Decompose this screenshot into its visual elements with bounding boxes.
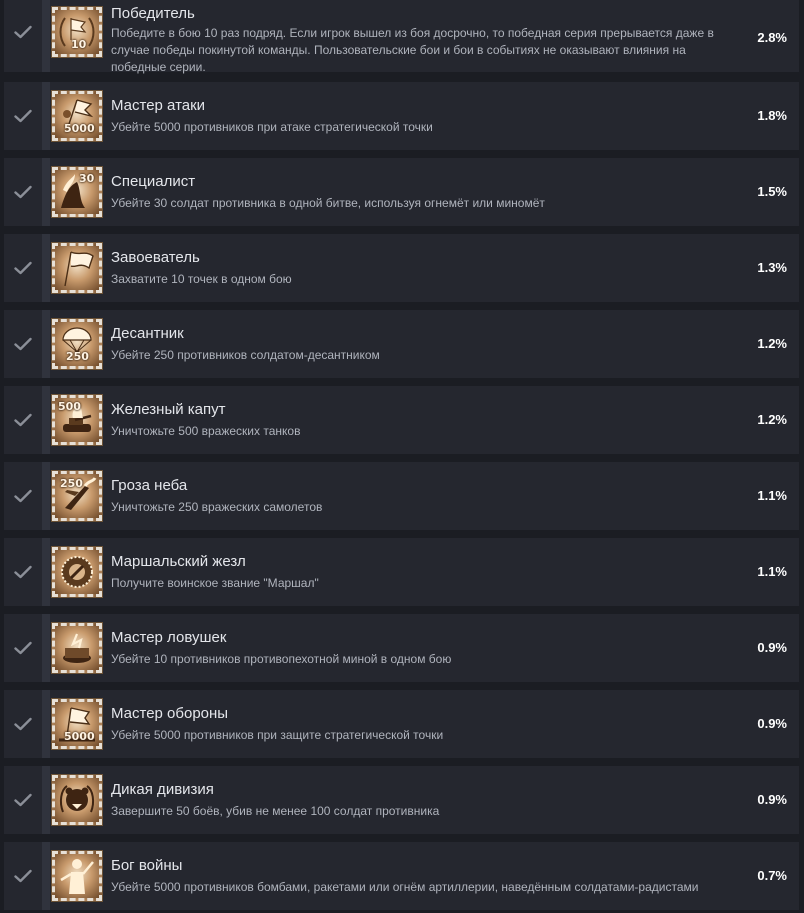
achievement-description: Убейте 250 противников солдатом-десантни… xyxy=(111,348,380,362)
god-of-war-statue-icon xyxy=(51,850,103,902)
checkmark-icon xyxy=(4,310,42,378)
achievement-row[interactable]: Маршальский жезл Получите воинское звание… xyxy=(4,538,799,606)
achievement-description: Убейте 30 солдат противника в одной битв… xyxy=(111,196,545,210)
laurel-wreath-flag-icon: 10 xyxy=(51,6,103,58)
falling-plane-icon: 250 xyxy=(51,470,103,522)
achievement-description: Убейте 10 противников противопехотной ми… xyxy=(111,652,452,666)
achievement-row[interactable]: 30 Специалист Убейте 30 солдат противника … xyxy=(4,158,799,226)
checkmark-icon xyxy=(4,842,42,910)
row-divider-strip xyxy=(42,82,50,150)
row-divider-strip xyxy=(42,766,50,834)
conquest-flag-icon xyxy=(51,242,103,294)
checkmark-icon xyxy=(4,158,42,226)
achievement-title: Гроза неба xyxy=(111,477,188,494)
checkmark-icon xyxy=(4,386,42,454)
achievement-description: Получите воинское звание "Маршал" xyxy=(111,576,319,590)
achievement-row[interactable]: 500 Железный капут Уничтожьте 500 вражески… xyxy=(4,386,799,454)
row-divider-strip xyxy=(42,842,50,910)
unlock-percentage: 0.9% xyxy=(757,640,787,655)
achievement-title: Завоеватель xyxy=(111,249,200,266)
marshal-baton-medal-icon xyxy=(51,546,103,598)
row-divider-strip xyxy=(42,158,50,226)
achievement-icon-badge: 500 xyxy=(58,400,81,413)
unlock-percentage: 1.8% xyxy=(757,108,787,123)
achievement-title: Мастер обороны xyxy=(111,705,229,722)
achievement-row[interactable]: 250 Десантник Убейте 250 противников солда… xyxy=(4,310,799,378)
row-divider-strip xyxy=(42,462,50,530)
unlock-percentage: 1.2% xyxy=(757,412,787,427)
unlock-percentage: 1.1% xyxy=(757,488,787,503)
row-divider-strip xyxy=(42,690,50,758)
checkmark-icon xyxy=(4,462,42,530)
checkmark-icon xyxy=(4,82,42,150)
achievement-icon-badge: 10 xyxy=(71,38,87,51)
achievement-icon-badge: 250 xyxy=(60,477,83,490)
achievement-title: Победитель xyxy=(111,5,195,22)
row-divider-strip xyxy=(42,538,50,606)
unlock-percentage: 1.2% xyxy=(757,336,787,351)
row-divider-strip xyxy=(42,310,50,378)
checkmark-icon xyxy=(4,766,42,834)
achievement-description: Убейте 5000 противников при атаке страте… xyxy=(111,120,433,134)
parachute-icon: 250 xyxy=(51,318,103,370)
achievement-row[interactable]: 10 Победитель Победите в бою 10 раз подряд… xyxy=(4,0,799,74)
achievement-icon-badge: 5000 xyxy=(64,730,95,743)
achievement-row[interactable]: Дикая дивизия Завершите 50 боёв, убив не … xyxy=(4,766,799,834)
achievement-description: Убейте 5000 противников при защите страт… xyxy=(111,728,444,742)
unlock-percentage: 0.9% xyxy=(757,792,787,807)
landmine-icon xyxy=(51,622,103,674)
achievement-row[interactable]: 5000 Мастер обороны Убейте 5000 противнико… xyxy=(4,690,799,758)
row-divider-strip xyxy=(42,386,50,454)
achievement-title: Мастер атаки xyxy=(111,97,206,114)
achievement-description: Победите в бою 10 раз подряд. Если игрок… xyxy=(111,26,714,74)
achievement-row[interactable]: 250 Гроза неба Уничтожьте 250 вражеских са… xyxy=(4,462,799,530)
achievement-icon-badge: 250 xyxy=(66,350,89,363)
achievement-row[interactable]: Завоеватель Захватите 10 точек в одном бо… xyxy=(4,234,799,302)
achievement-title: Маршальский жезл xyxy=(111,553,246,570)
achievement-list: 10 Победитель Победите в бою 10 раз подряд… xyxy=(0,0,804,913)
unlock-percentage: 0.7% xyxy=(757,868,787,883)
achievement-description: Завершите 50 боёв, убив не менее 100 сол… xyxy=(111,804,440,818)
flamethrower-soldier-icon: 30 xyxy=(51,166,103,218)
unlock-percentage: 1.1% xyxy=(757,564,787,579)
achievement-row[interactable]: Бог войны Убейте 5000 противников бомбами… xyxy=(4,842,799,910)
unlock-percentage: 0.9% xyxy=(757,716,787,731)
checkmark-icon xyxy=(4,538,42,606)
row-divider-strip xyxy=(42,0,50,72)
achievement-title: Специалист xyxy=(111,173,196,190)
achievement-description: Уничтожьте 500 вражеских танков xyxy=(111,424,301,438)
bear-head-wreath-icon xyxy=(51,774,103,826)
achievement-title: Десантник xyxy=(111,325,184,342)
achievement-title: Бог войны xyxy=(111,857,183,874)
unlock-percentage: 2.8% xyxy=(757,30,787,45)
achievement-description: Захватите 10 точек в одном бою xyxy=(111,272,292,286)
checkmark-icon xyxy=(4,614,42,682)
achievement-icon-badge: 5000 xyxy=(64,122,95,135)
achievement-row[interactable]: 5000 Мастер атаки Убейте 5000 противников … xyxy=(4,82,799,150)
defense-flag-icon: 5000 xyxy=(51,698,103,750)
row-divider-strip xyxy=(42,614,50,682)
achievement-description: Уничтожьте 250 вражеских самолетов xyxy=(111,500,323,514)
unlock-percentage: 1.3% xyxy=(757,260,787,275)
row-divider-strip xyxy=(42,234,50,302)
achievement-description: Убейте 5000 противников бомбами, ракетам… xyxy=(111,880,699,894)
checkmark-icon xyxy=(4,234,42,302)
burning-tank-icon: 500 xyxy=(51,394,103,446)
achievement-title: Железный капут xyxy=(111,401,226,418)
achievement-title: Дикая дивизия xyxy=(111,781,214,798)
achievement-icon-badge: 30 xyxy=(79,172,95,185)
attack-flag-icon: 5000 xyxy=(51,90,103,142)
achievement-title: Мастер ловушек xyxy=(111,629,227,646)
achievement-row[interactable]: Мастер ловушек Убейте 10 противников прот… xyxy=(4,614,799,682)
checkmark-icon xyxy=(4,690,42,758)
unlock-percentage: 1.5% xyxy=(757,184,787,199)
checkmark-icon xyxy=(4,0,42,72)
